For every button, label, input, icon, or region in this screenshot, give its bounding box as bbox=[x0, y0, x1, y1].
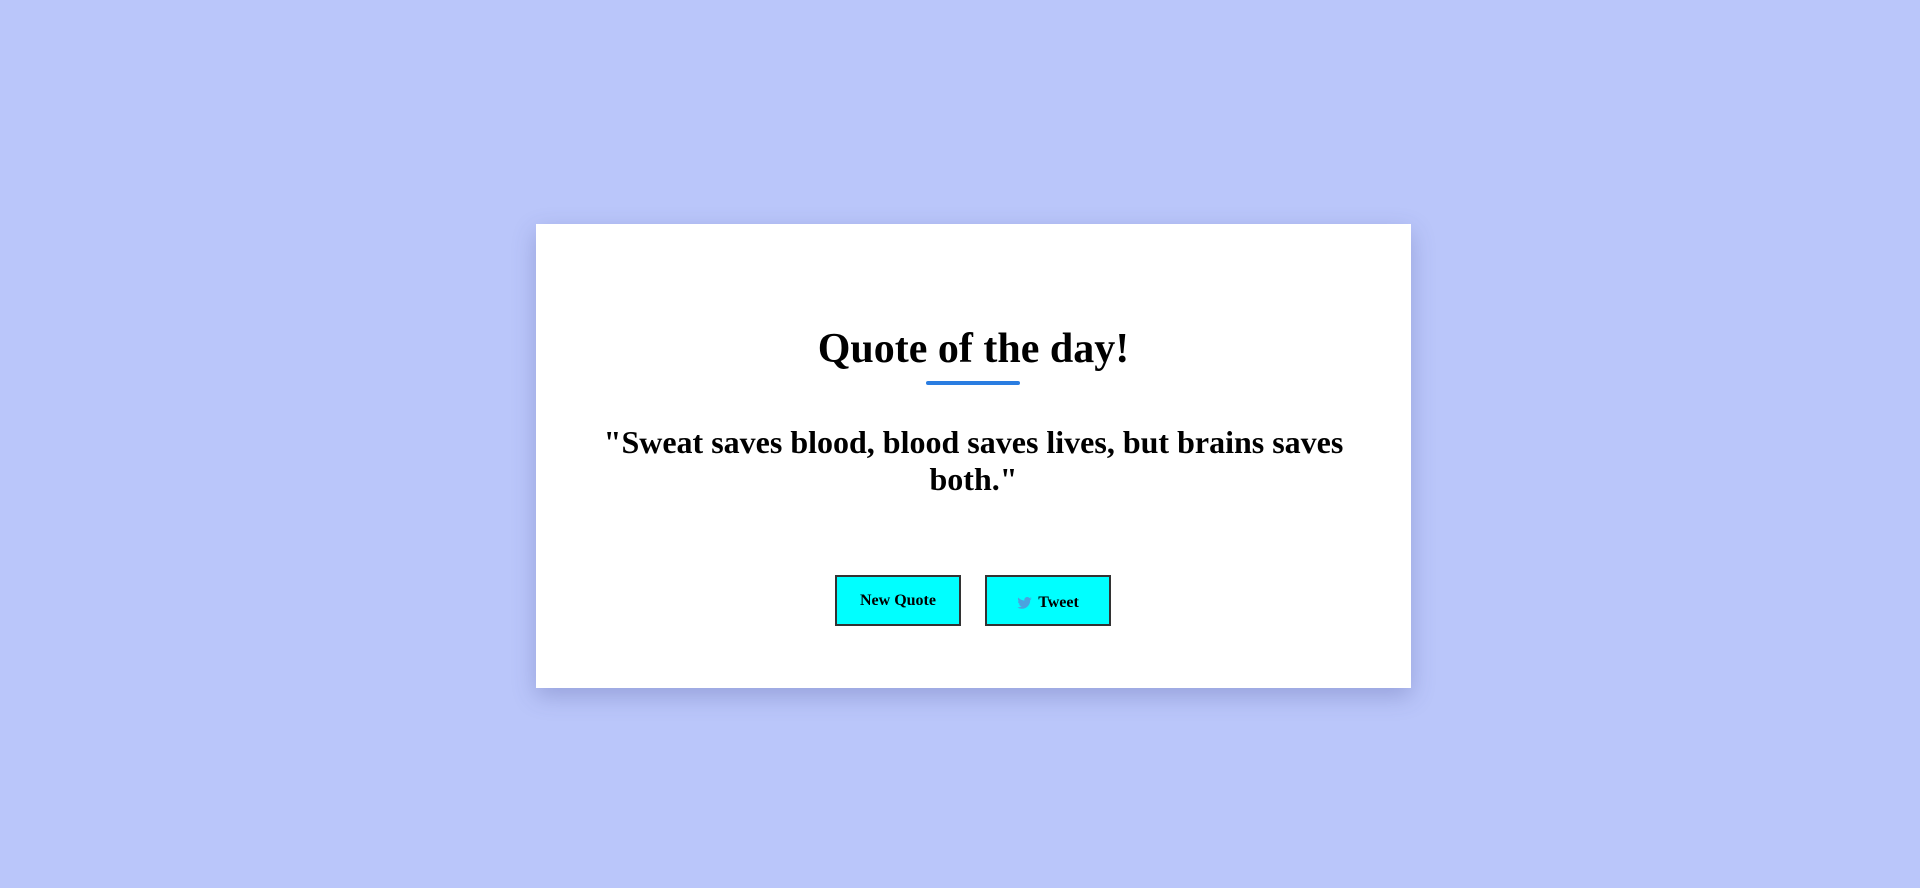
new-quote-label: New Quote bbox=[860, 591, 936, 609]
new-quote-button[interactable]: New Quote bbox=[835, 575, 961, 626]
quote-card: Quote of the day! "Sweat saves blood, bl… bbox=[536, 224, 1411, 688]
page-title: Quote of the day! bbox=[817, 326, 1130, 372]
tweet-label: Tweet bbox=[1038, 593, 1079, 611]
quote-text: "Sweat saves blood, blood saves lives, b… bbox=[603, 424, 1344, 497]
tweet-button[interactable]: Tweet bbox=[985, 575, 1111, 626]
twitter-icon bbox=[1017, 596, 1032, 609]
title-underline bbox=[926, 381, 1020, 385]
